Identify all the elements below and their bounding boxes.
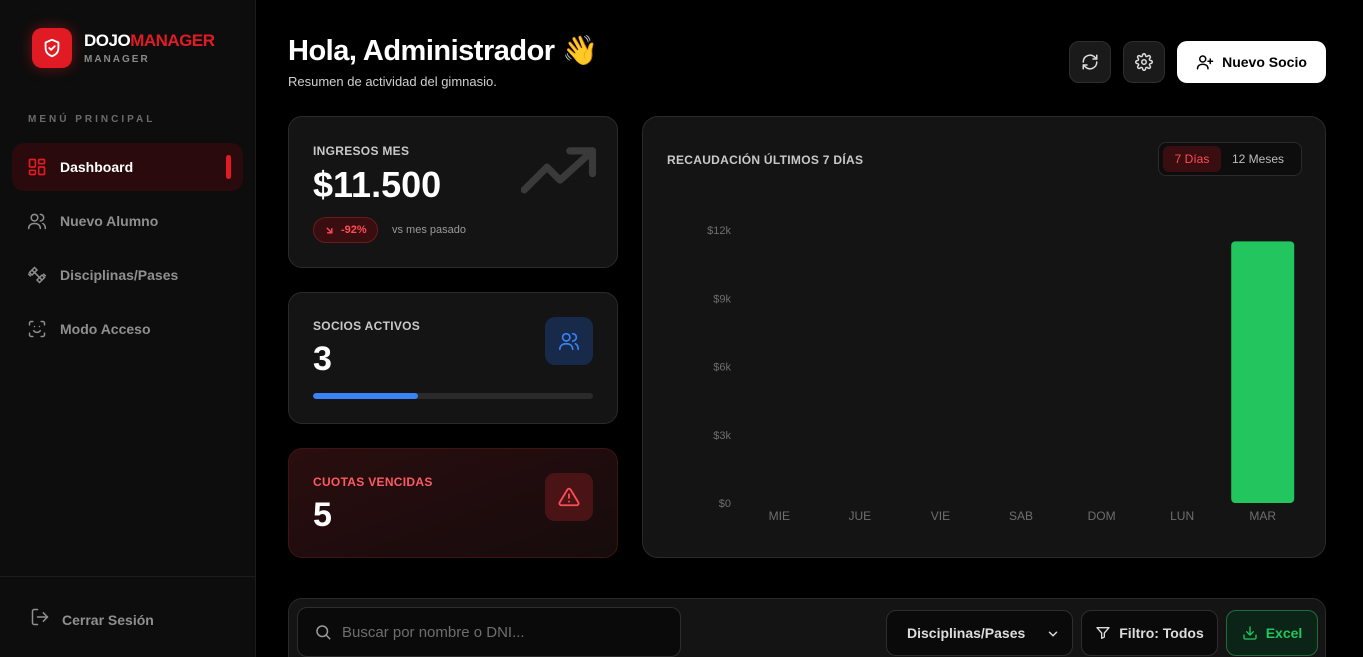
- overdue-title: CUOTAS VENCIDAS: [313, 475, 433, 489]
- income-value: $11.500: [313, 164, 442, 205]
- x-tick-label: MIE: [769, 509, 790, 523]
- brand[interactable]: DOJOMANAGER MANAGER: [32, 28, 215, 68]
- users-icon: [26, 210, 48, 232]
- change-badge: -92%: [313, 217, 378, 243]
- active-members-value: 3: [313, 340, 332, 378]
- x-tick-label: SAB: [1009, 509, 1033, 523]
- funnel-icon: [1096, 627, 1110, 639]
- dashboard-grid-icon: [26, 156, 48, 178]
- sidebar-item-nuevo-alumno[interactable]: Nuevo Alumno: [12, 197, 243, 245]
- active-members-card: SOCIOS ACTIVOS 3: [288, 292, 618, 424]
- chevron-down-icon: [1048, 631, 1058, 637]
- x-tick-label: MAR: [1249, 509, 1276, 523]
- brand-name: DOJOMANAGER: [84, 30, 215, 50]
- page-subtitle: Resumen de actividad del gimnasio.: [288, 74, 497, 89]
- sidebar-footer: Cerrar Sesión: [0, 576, 256, 657]
- excel-export-button[interactable]: Excel: [1226, 610, 1318, 656]
- main-nav: Dashboard Nuevo Alumno Disciplinas/Pases…: [12, 143, 243, 359]
- sidebar-item-label: Dashboard: [60, 159, 134, 175]
- refresh-icon: [1082, 54, 1098, 70]
- warning-icon-box: [545, 473, 593, 521]
- gear-icon: [1135, 53, 1153, 71]
- dumbbell-icon: [26, 264, 48, 286]
- filter-label: Filtro: Todos: [1119, 625, 1204, 641]
- warning-triangle-icon: [558, 487, 580, 507]
- x-tick-label: LUN: [1170, 509, 1194, 523]
- x-tick-label: DOM: [1088, 509, 1116, 523]
- chart-bar[interactable]: [1231, 241, 1295, 503]
- y-tick-label: $12k: [707, 225, 731, 237]
- refresh-button[interactable]: [1069, 41, 1111, 83]
- income-title: INGRESOS MES: [313, 144, 410, 158]
- sidebar: DOJOMANAGER MANAGER MENÚ PRINCIPAL Dashb…: [0, 0, 256, 657]
- revenue-chart-panel: RECAUDACIÓN ÚLTIMOS 7 DÍAS 7 Días 12 Mes…: [642, 116, 1326, 558]
- menu-title: MENÚ PRINCIPAL: [28, 114, 156, 125]
- y-tick-label: $3k: [713, 430, 731, 442]
- sidebar-item-dashboard[interactable]: Dashboard: [12, 143, 243, 191]
- new-member-label: Nuevo Socio: [1222, 54, 1307, 70]
- new-member-button[interactable]: Nuevo Socio: [1177, 41, 1326, 83]
- logout-label: Cerrar Sesión: [62, 611, 154, 628]
- brand-subtitle: MANAGER: [84, 53, 150, 65]
- logout-icon: [30, 607, 50, 632]
- change-value: -92%: [341, 224, 367, 236]
- revenue-bar-chart: $0 $3k $6k $9k $12k MIE JUE VIE SAB DOM LUN MAR: [707, 225, 1295, 523]
- x-tick-label: JUE: [849, 509, 872, 523]
- download-icon: [1243, 626, 1257, 640]
- sidebar-item-label: Modo Acceso: [60, 321, 151, 337]
- discipline-select[interactable]: Disciplinas/Pases: [886, 610, 1073, 656]
- y-tick-label: $9k: [713, 293, 731, 305]
- overdue-value: 5: [313, 496, 332, 534]
- sidebar-item-label: Nuevo Alumno: [60, 213, 159, 229]
- active-indicator: [226, 155, 231, 179]
- user-plus-icon: [1196, 55, 1214, 70]
- active-members-title: SOCIOS ACTIVOS: [313, 319, 421, 333]
- sidebar-item-disciplinas[interactable]: Disciplinas/Pases: [12, 251, 243, 299]
- filter-bar: Disciplinas/Pases Filtro: Todos Excel: [288, 598, 1326, 657]
- search-input[interactable]: [342, 623, 662, 641]
- search-icon: [316, 625, 331, 640]
- x-tick-label: VIE: [931, 509, 950, 523]
- sidebar-item-label: Disciplinas/Pases: [60, 267, 179, 283]
- active-members-progress: [313, 393, 593, 399]
- income-card: INGRESOS MES $11.500 -92% vs mes pasado: [288, 116, 618, 268]
- sidebar-item-modo-acceso[interactable]: Modo Acceso: [12, 305, 243, 353]
- progress-fill: [313, 393, 418, 399]
- shield-check-icon: [32, 28, 72, 68]
- search-box: [297, 607, 681, 657]
- settings-button[interactable]: [1123, 41, 1165, 83]
- discipline-select-value: Disciplinas/Pases: [907, 625, 1026, 641]
- y-tick-label: $6k: [713, 362, 731, 374]
- y-tick-label: $0: [719, 498, 731, 510]
- excel-label: Excel: [1265, 625, 1303, 641]
- arrow-down-right-icon: [326, 227, 333, 233]
- trending-up-icon: [521, 147, 597, 194]
- logout-button[interactable]: Cerrar Sesión: [30, 607, 154, 632]
- page-title: Hola, Administrador 👋: [288, 35, 598, 67]
- users-icon-box: [545, 317, 593, 365]
- change-note: vs mes pasado: [392, 224, 466, 236]
- overdue-card: CUOTAS VENCIDAS 5: [288, 448, 618, 558]
- filter-button[interactable]: Filtro: Todos: [1081, 610, 1218, 656]
- face-scan-icon: [26, 318, 48, 340]
- users-icon: [559, 332, 579, 351]
